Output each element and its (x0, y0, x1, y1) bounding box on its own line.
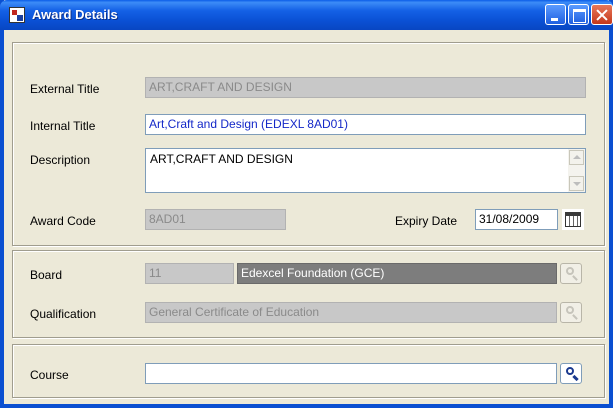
award-details-window: Award Details External Title ART,CRAFT A… (0, 0, 613, 408)
app-icon (9, 7, 25, 23)
course-lookup-button[interactable] (560, 363, 582, 384)
qualification-field: General Certificate of Education (145, 302, 557, 323)
description-label: Description (30, 153, 91, 167)
window-title: Award Details (32, 7, 118, 22)
board-code-field: 11 (145, 263, 234, 284)
award-code-label: Award Code (30, 214, 96, 228)
expiry-date-label: Expiry Date (395, 214, 458, 228)
title-bar[interactable]: Award Details (0, 0, 613, 30)
qualification-label: Qualification (30, 307, 97, 321)
course-label: Course (30, 368, 69, 382)
search-icon (566, 367, 574, 375)
internal-title-field[interactable]: Art,Craft and Design (EDEXL 8AD01) (145, 114, 586, 135)
minimize-button[interactable] (545, 4, 566, 25)
board-lookup-button[interactable] (560, 263, 582, 284)
board-panel: Board 11 Edexcel Foundation (GCE) Qualif… (12, 250, 605, 338)
award-code-field: 8AD01 (145, 209, 286, 230)
description-scrollbar[interactable] (568, 149, 585, 192)
maximize-button[interactable] (568, 4, 589, 25)
external-title-field: ART,CRAFT AND DESIGN (145, 77, 586, 98)
external-title-label: External Title (30, 82, 100, 96)
description-textarea[interactable]: ART,CRAFT AND DESIGN (145, 148, 586, 193)
magnifier-icon (566, 306, 574, 314)
qualification-lookup-button[interactable] (560, 302, 582, 323)
scroll-down-icon[interactable] (569, 176, 584, 191)
course-panel: Course (12, 344, 605, 398)
board-name-field: Edexcel Foundation (GCE) (237, 263, 557, 284)
calendar-icon[interactable] (562, 209, 584, 230)
description-text: ART,CRAFT AND DESIGN (150, 152, 293, 166)
magnifier-icon (566, 267, 574, 275)
internal-title-label: Internal Title (30, 119, 96, 133)
board-label: Board (30, 268, 63, 282)
details-panel: External Title ART,CRAFT AND DESIGN Inte… (12, 42, 605, 246)
close-button[interactable] (591, 4, 613, 25)
expiry-date-field[interactable]: 31/08/2009 (475, 209, 558, 230)
course-field[interactable] (145, 363, 557, 384)
scroll-up-icon[interactable] (569, 150, 584, 165)
